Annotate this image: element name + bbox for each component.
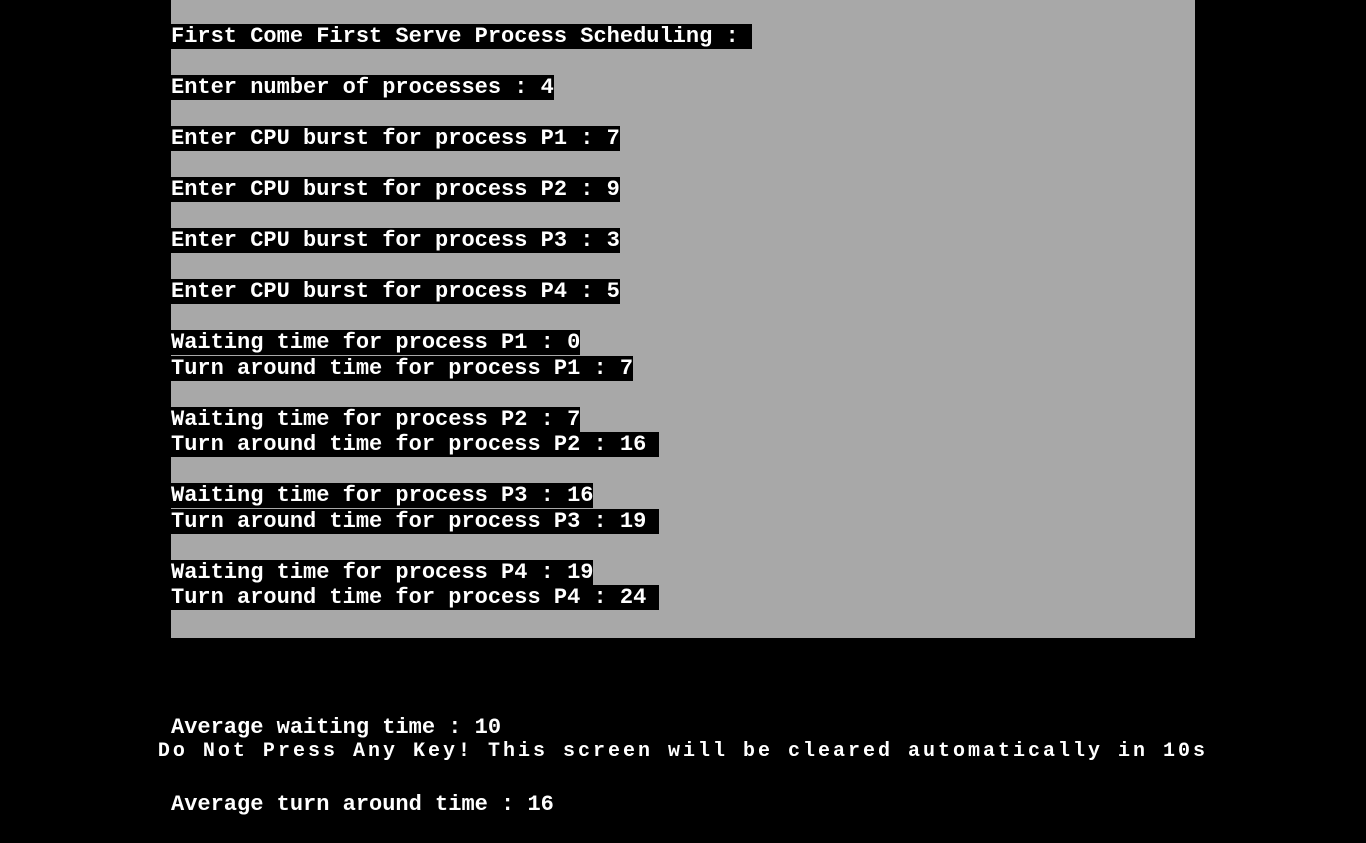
tat-value: 7 bbox=[620, 356, 633, 381]
burst-value: 7 bbox=[607, 126, 620, 151]
title-text: First Come First Serve Process Schedulin… bbox=[171, 24, 752, 49]
burst-value: 3 bbox=[607, 228, 620, 253]
wait-label: Waiting time for process P1 : bbox=[171, 330, 567, 355]
wait-value: 19 bbox=[567, 560, 593, 585]
avg-wait-value: 10 bbox=[475, 715, 501, 740]
wait-label: Waiting time for process P4 : bbox=[171, 560, 567, 585]
wait-line-p2: Waiting time for process P2 : 7 bbox=[171, 407, 1195, 433]
blank-line bbox=[171, 152, 1195, 178]
tat-label: Turn around time for process P4 : bbox=[171, 585, 620, 610]
tat-label: Turn around time for process P2 : bbox=[171, 432, 620, 457]
burst-line-p3: Enter CPU burst for process P3 : 3 bbox=[171, 228, 1195, 254]
tat-value: 19 bbox=[620, 509, 660, 534]
num-proc-line: Enter number of processes : 4 bbox=[171, 75, 1195, 101]
tat-line-p1: Turn around time for process P1 : 7 bbox=[171, 356, 1195, 382]
burst-value: 9 bbox=[607, 177, 620, 202]
burst-line-p2: Enter CPU burst for process P2 : 9 bbox=[171, 177, 1195, 203]
blank-line bbox=[171, 203, 1195, 229]
burst-line-p4: Enter CPU burst for process P4 : 5 bbox=[171, 279, 1195, 305]
blank-line bbox=[171, 305, 1195, 331]
wait-line-p3: Waiting time for process P3 : 16 bbox=[171, 483, 1195, 509]
avg-wait-line: Average waiting time : 10 bbox=[171, 715, 1195, 741]
tat-line-p4: Turn around time for process P4 : 24 bbox=[171, 585, 1195, 611]
blank-line bbox=[171, 101, 1195, 127]
wait-line-p4: Waiting time for process P4 : 19 bbox=[171, 560, 1195, 586]
burst-label: Enter CPU burst for process P1 : bbox=[171, 126, 607, 151]
tat-label: Turn around time for process P1 : bbox=[171, 356, 620, 381]
avg-wait-label: Average waiting time : bbox=[171, 715, 475, 740]
tat-label: Turn around time for process P3 : bbox=[171, 509, 620, 534]
burst-value: 5 bbox=[607, 279, 620, 304]
tat-value: 16 bbox=[620, 432, 660, 457]
wait-label: Waiting time for process P2 : bbox=[171, 407, 567, 432]
avg-tat-line: Average turn around time : 16 bbox=[171, 792, 1195, 818]
tat-line-p2: Turn around time for process P2 : 16 bbox=[171, 432, 1195, 458]
footer-message: Do Not Press Any Key! This screen will b… bbox=[0, 740, 1366, 763]
wait-label: Waiting time for process P3 : bbox=[171, 483, 567, 508]
burst-line-p1: Enter CPU burst for process P1 : 7 bbox=[171, 126, 1195, 152]
num-proc-label: Enter number of processes : bbox=[171, 75, 541, 100]
blank-line bbox=[171, 458, 1195, 484]
blank-line bbox=[171, 534, 1195, 560]
title-line: First Come First Serve Process Schedulin… bbox=[171, 24, 1195, 50]
wait-value: 0 bbox=[567, 330, 580, 355]
wait-value: 7 bbox=[567, 407, 580, 432]
blank-line bbox=[171, 50, 1195, 76]
burst-label: Enter CPU burst for process P3 : bbox=[171, 228, 607, 253]
wait-value: 16 bbox=[567, 483, 593, 508]
avg-tat-value: 16 bbox=[527, 792, 553, 817]
tat-line-p3: Turn around time for process P3 : 19 bbox=[171, 509, 1195, 535]
blank-line bbox=[171, 254, 1195, 280]
burst-label: Enter CPU burst for process P4 : bbox=[171, 279, 607, 304]
tat-value: 24 bbox=[620, 585, 660, 610]
console-output: First Come First Serve Process Schedulin… bbox=[171, 24, 1195, 611]
blank-line bbox=[171, 381, 1195, 407]
avg-tat-label: Average turn around time : bbox=[171, 792, 527, 817]
burst-label: Enter CPU burst for process P2 : bbox=[171, 177, 607, 202]
wait-line-p1: Waiting time for process P1 : 0 bbox=[171, 330, 1195, 356]
num-proc-value: 4 bbox=[541, 75, 554, 100]
